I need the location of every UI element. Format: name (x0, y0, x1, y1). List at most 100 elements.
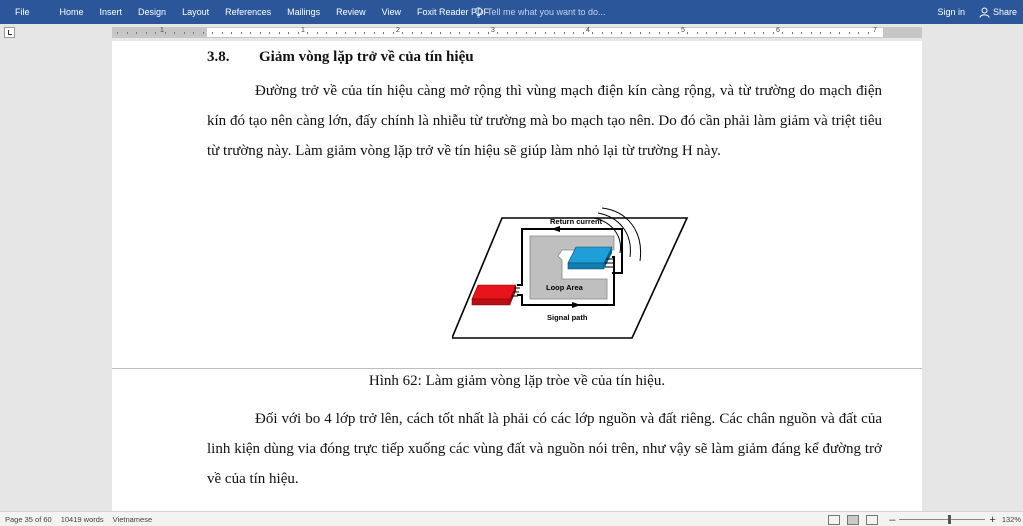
tab-insert[interactable]: Insert (92, 0, 131, 24)
ruler-tick (449, 32, 451, 34)
ruler-tick (354, 32, 356, 34)
heading-text: Giảm vòng lặp trở về của tín hiệu (259, 49, 474, 65)
vertical-scrollbar[interactable] (1010, 41, 1023, 511)
person-icon (979, 7, 990, 18)
ruler-tick (221, 32, 223, 34)
horizontal-ruler[interactable]: 1 1 2 3 4 5 6 7 (112, 27, 922, 38)
ruler-tick (725, 32, 726, 34)
ruler-tick (202, 32, 204, 34)
document-area[interactable]: 3.8. Giảm vòng lặp trở về của tín hiệu Đư… (0, 41, 1023, 511)
ruler-tick (810, 32, 812, 34)
loop-area-label: Loop Area (546, 283, 584, 292)
ruler-tick (259, 32, 261, 34)
page[interactable]: 3.8. Giảm vòng lặp trở về của tín hiệu Đư… (112, 41, 922, 368)
tab-view[interactable]: View (374, 0, 409, 24)
ruler-tick (307, 32, 308, 34)
ruler-tick (193, 32, 194, 34)
tell-me-placeholder: Tell me what you want to do... (487, 7, 606, 17)
ruler-tick (848, 32, 850, 34)
ruler-tick (592, 32, 593, 34)
ruler-tick (288, 32, 289, 34)
ruler-tick (829, 32, 831, 34)
ruler-tick (839, 32, 840, 34)
ruler-number: 6 (776, 27, 780, 34)
ruler-tick (858, 32, 859, 34)
ruler-number: 5 (681, 27, 685, 34)
ruler-tick (601, 32, 603, 34)
ruler-tick (145, 32, 147, 34)
ruler-tick (136, 32, 137, 34)
tab-stop-selector[interactable] (4, 27, 15, 38)
ruler-number: 2 (396, 27, 400, 34)
ruler-tick (639, 32, 641, 34)
ruler-tick (411, 32, 413, 34)
page-count[interactable]: Page 35 of 60 (5, 515, 52, 524)
tab-layout[interactable]: Layout (174, 0, 217, 24)
signal-path-label: Signal path (547, 313, 588, 322)
ruler-tick (421, 32, 422, 34)
ruler-tick (573, 32, 574, 34)
ruler-tick (174, 32, 175, 34)
ruler-tick (392, 32, 394, 34)
tab-design[interactable]: Design (130, 0, 174, 24)
tab-references[interactable]: References (217, 0, 279, 24)
ruler-tick (544, 32, 546, 34)
tell-me-search[interactable]: Tell me what you want to do... (474, 0, 606, 24)
ruler-tick (164, 32, 166, 34)
print-layout-icon[interactable] (847, 514, 860, 525)
ruler-tick (478, 32, 479, 34)
tab-file[interactable]: File (0, 0, 52, 24)
web-layout-icon[interactable] (866, 514, 879, 525)
share-button[interactable]: Share (979, 7, 1017, 18)
ruler-tick (535, 32, 536, 34)
loop-area-figure: Return current Loop Area Signal path (452, 207, 689, 339)
zoom-slider[interactable] (899, 515, 986, 524)
ruler-tick (440, 32, 441, 34)
paragraph: Đường trở về của tín hiệu càng mở rộng t… (207, 83, 882, 159)
ruler-tick (677, 32, 679, 34)
ruler-tick (658, 32, 660, 34)
ruler-tick (867, 32, 869, 34)
tab-review[interactable]: Review (328, 0, 374, 24)
ruler-tick (345, 32, 346, 34)
ruler-tick (459, 32, 460, 34)
zoom-out-button[interactable]: – (889, 514, 895, 525)
blue-chip-side (567, 262, 605, 270)
share-label: Share (992, 7, 1017, 17)
ruler-tick (373, 32, 375, 34)
ruler-tick (753, 32, 755, 34)
read-mode-icon[interactable] (828, 514, 841, 525)
ruler-tick (801, 32, 802, 34)
language-indicator[interactable]: Vietnamese (113, 515, 152, 524)
tab-home[interactable]: Home (52, 0, 92, 24)
word-window: File Home Insert Design Layout Reference… (0, 0, 1023, 526)
ruler-tick (468, 32, 470, 34)
ruler-tick (487, 32, 489, 34)
ruler-tick (231, 32, 232, 34)
ruler-number: 7 (873, 27, 877, 34)
ruler-tick (772, 32, 774, 34)
ruler-number: 4 (586, 27, 590, 34)
ruler-tick (715, 32, 717, 34)
zoom-in-button[interactable]: + (989, 514, 995, 525)
page[interactable]: Hình 62: Làm giảm vòng lặp tròe về của t… (112, 369, 922, 511)
ruler-right-margin (883, 28, 921, 37)
ruler-tick (525, 32, 527, 34)
sign-in-link[interactable]: Sign in (937, 7, 965, 17)
ruler-tick (402, 32, 403, 34)
ruler-tick (582, 32, 584, 34)
tab-mailings[interactable]: Mailings (279, 0, 328, 24)
ruler-tick (734, 32, 736, 34)
ruler-tick (687, 32, 688, 34)
word-count[interactable]: 10419 words (61, 515, 104, 524)
zoom-level[interactable]: 132% (1002, 515, 1021, 524)
zoom-slider-knob[interactable] (948, 515, 952, 524)
ruler-tick (430, 32, 432, 34)
ruler-tick (297, 32, 299, 34)
ruler-tick (212, 32, 213, 34)
ruler-tick (183, 32, 185, 34)
ruler-tick (155, 32, 156, 34)
ruler-tick (126, 32, 128, 34)
ruler-tick (269, 32, 270, 34)
red-chip-side (471, 298, 511, 306)
